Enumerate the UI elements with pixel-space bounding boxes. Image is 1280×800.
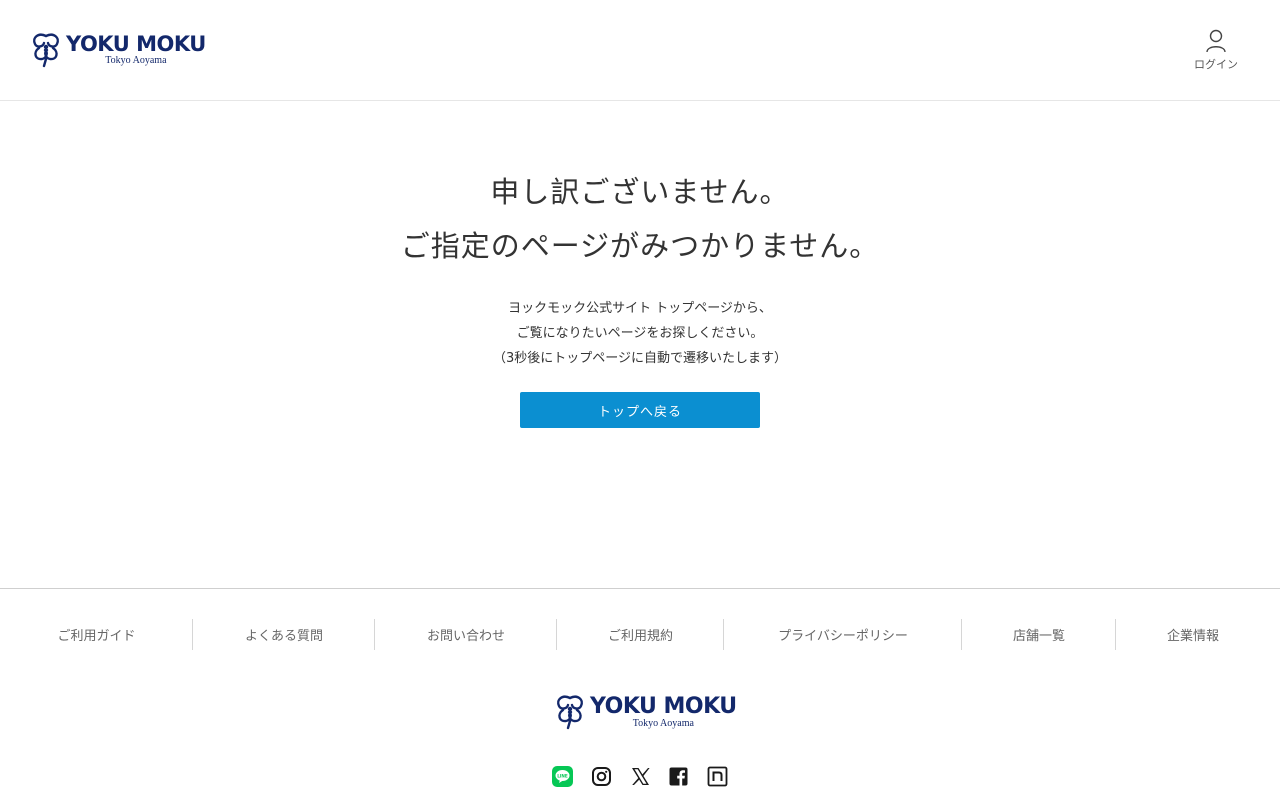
instagram-icon[interactable] [591, 766, 612, 787]
site-header: YOKU MOKU Tokyo Aoyama ログイン [0, 0, 1280, 101]
login-button[interactable]: ログイン [1185, 29, 1247, 73]
logo-sub-text: Tokyo Aoyama [632, 718, 694, 729]
not-found-content: 申し訳ございません。 ご指定のページがみつかりません。 ヨックモック公式サイト … [0, 101, 1280, 588]
error-description-line1: ヨックモック公式サイト トップページから、 [508, 301, 772, 316]
error-description-line2: ご覧になりたいページをお探しください。 [516, 326, 764, 341]
logo-sub-text: Tokyo Aoyama [105, 55, 167, 66]
error-heading-line2: ご指定のページがみつかりません。 [400, 229, 880, 263]
footer-link-faq[interactable]: よくある質問 [193, 619, 375, 650]
header-logo[interactable]: YOKU MOKU Tokyo Aoyama [29, 30, 206, 68]
yokumoku-emblem-icon [33, 33, 59, 68]
back-to-top-button[interactable]: トップへ戻る [520, 392, 760, 428]
footer-link-stores[interactable]: 店舗一覧 [962, 619, 1116, 650]
logo-brand-text: YOKU MOKU [590, 694, 737, 719]
note-icon[interactable] [707, 766, 728, 787]
footer-link-company[interactable]: 企業情報 [1116, 619, 1270, 650]
login-label: ログイン [1194, 58, 1238, 71]
svg-text:LINE: LINE [557, 773, 568, 778]
footer-link-terms[interactable]: ご利用規約 [557, 619, 724, 650]
footer-link-contact[interactable]: お問い合わせ [375, 619, 557, 650]
error-description-line3: （3秒後にトップページに自動で遷移いたします） [492, 351, 787, 366]
footer-link-privacy[interactable]: プライバシーポリシー [724, 619, 962, 650]
facebook-icon[interactable] [668, 766, 689, 787]
x-icon[interactable] [630, 766, 651, 787]
yokumoku-emblem-icon [557, 695, 583, 730]
footer-nav: ご利用ガイド よくある質問 お問い合わせ ご利用規約 プライバシーポリシー 店舗… [0, 619, 1280, 650]
footer-logo[interactable]: YOKU MOKU Tokyo Aoyama [553, 692, 737, 730]
error-heading-line1: 申し訳ございません。 [490, 175, 790, 209]
line-icon[interactable]: LINE [552, 766, 573, 787]
site-footer: ご利用ガイド よくある質問 お問い合わせ ご利用規約 プライバシーポリシー 店舗… [0, 588, 1280, 800]
footer-link-guide[interactable]: ご利用ガイド [0, 619, 193, 650]
user-icon [1206, 29, 1226, 53]
logo-brand-text: YOKU MOKU [66, 32, 206, 56]
